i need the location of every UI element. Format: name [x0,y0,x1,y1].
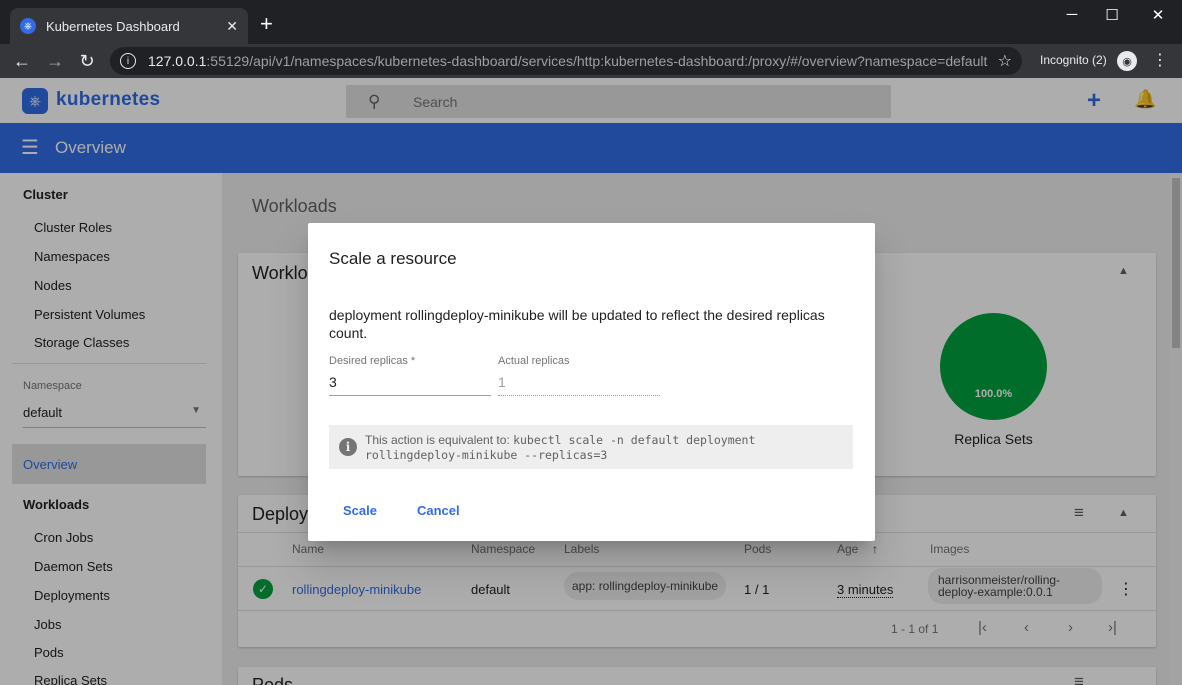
dialog-message: deployment rollingdeploy-minikube will b… [329,307,825,341]
site-info-icon[interactable]: i [120,53,136,69]
browser-toolbar: ← → ↻ i 127.0.0.1:55129/api/v1/namespace… [0,44,1182,78]
scale-resource-dialog: Scale a resource deployment rollingdeplo… [308,223,875,541]
new-tab-icon[interactable]: + [260,12,273,36]
cancel-button[interactable]: Cancel [417,503,460,518]
actual-replicas-field: 1 [498,374,506,390]
browser-tab[interactable]: ⎈ Kubernetes Dashboard ✕ [10,8,248,44]
dialog-title: Scale a resource [329,249,457,268]
browser-menu-icon[interactable]: ⋮ [1152,50,1168,70]
window-close-icon[interactable]: ✕ [1148,6,1168,24]
input-underline-disabled [498,395,660,396]
reload-icon[interactable]: ↻ [74,48,100,74]
info-icon: i [339,438,357,456]
bookmark-star-icon[interactable]: ☆ [998,51,1012,71]
equivalent-command-box: i This action is equivalent to: kubectl … [329,425,853,469]
desired-replicas-label: Desired replicas * [329,355,416,367]
browser-titlebar: ⎈ Kubernetes Dashboard ✕ + ─ ☐ ✕ [0,0,1182,44]
url-path: :55129/api/v1/namespaces/kubernetes-dash… [206,53,988,69]
url-host: 127.0.0.1 [148,53,207,69]
incognito-icon[interactable]: ◉ [1117,51,1137,71]
close-icon[interactable]: ✕ [226,18,238,35]
maximize-icon[interactable]: ☐ [1102,6,1122,24]
kubernetes-favicon-icon: ⎈ [20,18,36,34]
info-prefix: This action is equivalent to: [365,433,514,447]
tab-title: Kubernetes Dashboard [46,18,180,34]
incognito-label: Incognito (2) [1040,53,1107,67]
info-text: This action is equivalent to: kubectl sc… [365,433,845,463]
input-underline [329,395,491,396]
actual-replicas-label: Actual replicas [498,355,570,367]
back-icon[interactable]: ← [9,48,35,74]
address-bar[interactable]: i 127.0.0.1:55129/api/v1/namespaces/kube… [110,47,1022,75]
desired-replicas-input[interactable]: 3 [329,374,337,390]
forward-icon[interactable]: → [42,48,68,74]
minimize-icon[interactable]: ─ [1062,6,1082,23]
scale-button[interactable]: Scale [343,503,377,518]
